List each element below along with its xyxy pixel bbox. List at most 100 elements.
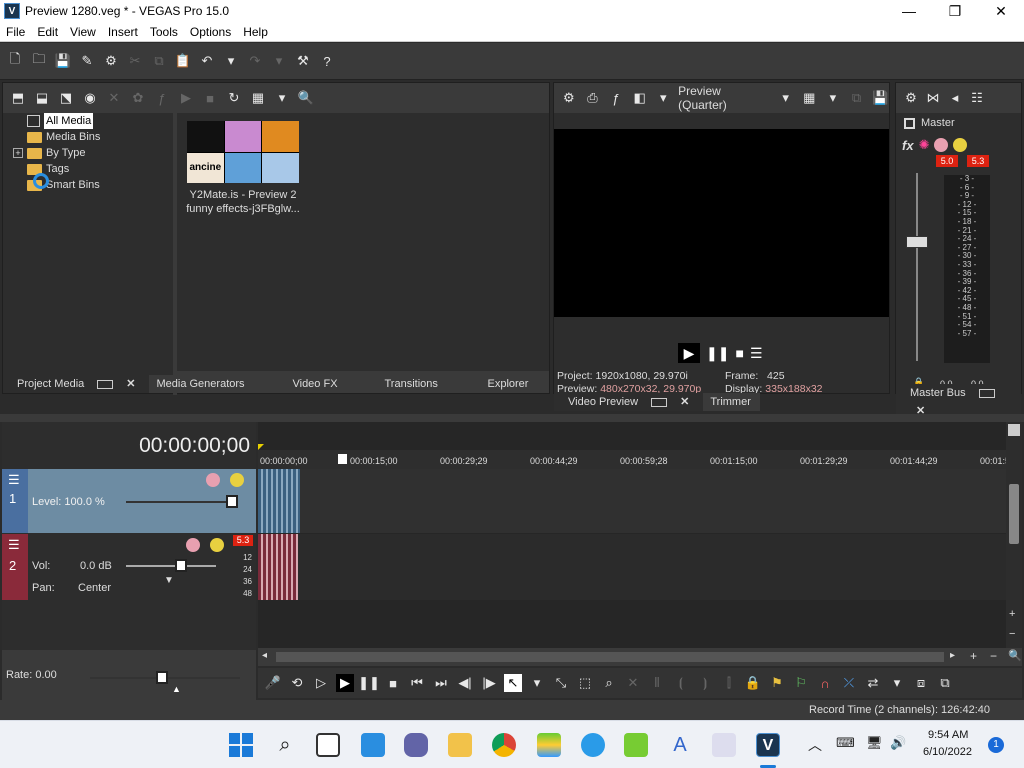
master-mute-icon[interactable] — [934, 138, 949, 152]
track-2-vol-handle[interactable] — [175, 559, 187, 572]
notepad-icon[interactable] — [624, 733, 648, 757]
timeline-divider[interactable] — [0, 414, 1024, 422]
menu-tools[interactable]: Tools — [144, 25, 184, 39]
web-icon[interactable]: ◉ — [81, 89, 99, 107]
start-icon[interactable] — [229, 733, 253, 757]
master-gear-icon[interactable]: ✺ — [919, 137, 930, 153]
tree-item-by-type[interactable]: + By Type — [13, 145, 173, 161]
vegas-taskbar-icon[interactable]: V — [756, 733, 780, 757]
zoom-in-icon[interactable]: + — [1009, 608, 1015, 620]
marker-flag-icon[interactable]: ⚑ — [768, 674, 786, 692]
undo-dropdown-icon[interactable]: ▾ — [222, 52, 240, 70]
video-canvas[interactable] — [554, 129, 889, 317]
track-1-header[interactable]: ☰ 1 Level: 100.0 % — [2, 469, 256, 533]
open-folder-icon[interactable]: 🗀 — [30, 51, 48, 70]
play-from-start-icon[interactable]: ▷ — [312, 674, 330, 692]
track-2-header[interactable]: ☰ 2 5.3 Vol: 0.0 dB Pan: Center ▼ 12 24 … — [2, 534, 256, 600]
track-2-lane[interactable] — [258, 534, 1006, 600]
cut-icon[interactable]: ✂ — [126, 52, 144, 70]
selection-tool-icon[interactable]: ⬚ — [576, 674, 594, 692]
lock-envelopes-icon[interactable]: ⧉ — [936, 674, 954, 692]
tray-chevron-icon[interactable]: ︿ — [808, 735, 822, 755]
preview-pause-icon[interactable]: ❚❚ — [706, 345, 729, 362]
paste-icon[interactable]: 📋 — [174, 52, 192, 70]
search-taskbar-icon[interactable]: ⌕ — [273, 733, 297, 757]
search-icon[interactable]: 🔍 — [297, 89, 315, 107]
tab-trimmer[interactable]: Trimmer — [703, 393, 758, 411]
close-icon[interactable]: ✕ — [119, 378, 142, 390]
app-icon-a[interactable]: A — [668, 733, 692, 757]
mixer-icon[interactable]: ☷ — [968, 89, 986, 107]
timecode-display[interactable]: 00:00:00;00 — [139, 434, 250, 458]
rate-handle[interactable] — [156, 671, 168, 684]
tab-video-preview[interactable]: Video Preview ✕ — [554, 393, 704, 411]
file-explorer-icon[interactable] — [448, 733, 472, 757]
tab-project-media[interactable]: Project Media ✕ — [3, 375, 150, 393]
timeline-area[interactable]: 00:00:00;00 00:00:15;00 00:00:29;29 00:00:4… — [258, 422, 1015, 648]
close-icon[interactable]: ✕ — [673, 396, 696, 408]
track-2-vol-slider[interactable] — [126, 565, 216, 567]
marker-icon[interactable] — [1008, 424, 1020, 436]
stop-media-icon[interactable]: ■ — [201, 89, 219, 107]
scroll-thumb[interactable] — [1009, 484, 1019, 544]
record-icon[interactable]: 🎤 — [264, 674, 282, 692]
clock-date[interactable]: 6/10/2022 — [923, 746, 972, 758]
scroll-left-icon[interactable]: ◂ — [262, 650, 267, 661]
menu-view[interactable]: View — [64, 25, 102, 39]
menu-insert[interactable]: Insert — [102, 25, 144, 39]
zoom-tool-icon[interactable]: ⌕ — [600, 674, 618, 692]
tab-explorer[interactable]: Explorer — [480, 375, 535, 393]
prev-frame-icon[interactable]: ◀| — [456, 674, 474, 692]
stop-icon[interactable]: ■ — [384, 674, 402, 692]
snapping-icon[interactable]: ∩ — [816, 674, 834, 692]
capture-icon[interactable]: ⬓ — [33, 89, 51, 107]
preview-device-icon[interactable]: ⎙ — [584, 89, 602, 107]
auto-crossfade-icon[interactable]: ⤫ — [840, 674, 858, 692]
undock-icon[interactable] — [978, 388, 995, 398]
overlays-dropdown-icon[interactable]: ▾ — [824, 89, 842, 107]
region-icon[interactable]: ⚐ — [792, 674, 810, 692]
track-1-mute-icon[interactable] — [206, 473, 220, 487]
split-screen-icon[interactable]: ◧ — [631, 89, 649, 107]
split-icon[interactable]: ⫿ — [720, 674, 738, 692]
new-file-icon[interactable]: 🗋 — [6, 51, 24, 70]
event-grouping-icon[interactable]: ⧈ — [912, 674, 930, 692]
play-media-icon[interactable]: ▶ — [177, 89, 195, 107]
clock-time[interactable]: 9:54 AM — [928, 729, 968, 741]
overlays-icon[interactable]: ▦ — [800, 89, 818, 107]
scroll-right-icon[interactable]: ▸ — [950, 650, 955, 661]
track-1-level-handle[interactable] — [226, 495, 238, 508]
bluestacks-icon[interactable] — [537, 733, 561, 757]
track-1-solo-icon[interactable] — [230, 473, 244, 487]
network-icon[interactable]: 🖥 — [866, 735, 883, 751]
remove-icon[interactable]: ✕ — [105, 89, 123, 107]
teams-chat-icon[interactable] — [404, 733, 428, 757]
go-to-end-icon[interactable]: ⏭ — [432, 674, 450, 692]
next-frame-icon[interactable]: |▶ — [480, 674, 498, 692]
volume-icon[interactable]: 🔊 — [890, 735, 906, 751]
track-1-lane[interactable] — [258, 469, 1006, 533]
edit-tool-icon[interactable]: ↖ — [504, 674, 522, 692]
menu-options[interactable]: Options — [184, 25, 237, 39]
app-icon-b[interactable] — [712, 733, 736, 757]
dim-output-icon[interactable]: ◂ — [946, 89, 964, 107]
trim-end-icon[interactable]: ⦘ — [696, 674, 714, 692]
save-icon[interactable]: 💾 — [54, 52, 72, 70]
loop-icon[interactable]: ⟲ — [288, 674, 306, 692]
split-dropdown-icon[interactable]: ▾ — [655, 89, 673, 107]
delete-icon[interactable]: ✕ — [624, 674, 642, 692]
minimize-button[interactable]: — — [886, 0, 932, 22]
task-view-icon[interactable] — [316, 733, 340, 757]
preview-fx-icon[interactable]: ƒ — [607, 89, 625, 107]
properties-icon[interactable]: ⚒ — [294, 52, 312, 70]
scroll-track[interactable] — [276, 652, 944, 662]
master-settings-icon[interactable]: ⚙ — [902, 89, 920, 107]
tab-media-generators[interactable]: Media Generators — [149, 375, 285, 393]
zoom-out-icon[interactable]: − — [1009, 628, 1015, 640]
close-button[interactable]: ✕ — [978, 0, 1024, 22]
expand-icon[interactable]: + — [13, 148, 23, 158]
media-thumbnail[interactable]: ancine — [187, 121, 299, 183]
track-1-menu-icon[interactable]: ☰ — [8, 472, 20, 488]
preview-play-icon[interactable]: ▶ — [678, 343, 700, 363]
media-fx-icon[interactable]: ✿ — [129, 89, 147, 107]
